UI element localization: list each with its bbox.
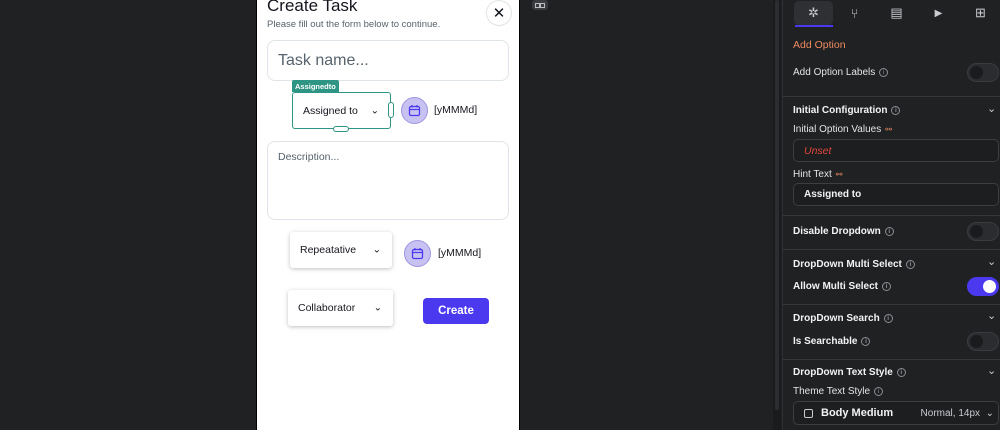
add-option-link[interactable]: Add Option [793, 39, 846, 51]
add-option-labels-toggle[interactable] [967, 63, 999, 82]
close-icon: ✕ [492, 5, 506, 22]
resize-handle-bottom[interactable] [333, 126, 349, 132]
info-icon: i [905, 259, 915, 269]
info-icon: i [882, 281, 892, 291]
description-input[interactable]: Description... [267, 141, 509, 220]
date-format-text-2: [yMMMd] [438, 247, 482, 259]
collaborator-label: Collaborator [298, 302, 356, 314]
multi-select-header: DropDown Multi Select i [793, 259, 915, 270]
hint-text-label: Hint Text ⚯ [793, 169, 843, 180]
divider [783, 215, 1000, 216]
repeat-dropdown[interactable]: Repeatative ⌄ [290, 232, 392, 268]
close-button[interactable]: ✕ [486, 0, 512, 26]
info-icon: i [861, 336, 871, 346]
tab-actions[interactable]: ⑂ [834, 1, 875, 25]
info-icon: i [879, 67, 889, 77]
tab-run[interactable]: ▶ [918, 1, 959, 25]
actions-flow-icon: ⑂ [850, 5, 859, 21]
info-icon: i [884, 226, 894, 236]
divider [783, 249, 1000, 250]
widget-tools-icon: ✲ [808, 5, 819, 20]
initial-configuration-header: Initial Configuration i [793, 105, 901, 116]
chevron-down-icon: ⌄ [370, 105, 379, 116]
chevron-down-icon: ⌄ [373, 302, 382, 314]
text-style-header: DropDown Text Style i [793, 367, 906, 378]
search-header: DropDown Search i [793, 313, 893, 324]
variable-icon: ⚯ [835, 169, 843, 179]
chevron-down-icon[interactable]: ⌄ [987, 255, 996, 268]
disable-dropdown-toggle[interactable] [967, 222, 999, 241]
divider [783, 96, 1000, 97]
theme-text-style-select[interactable]: Body Medium Normal, 14px ⌄ [793, 401, 999, 425]
selected-widget-badge: Assignedto [292, 80, 339, 92]
chevron-down-icon[interactable]: ⌄ [987, 102, 996, 115]
info-icon: i [883, 313, 893, 323]
backend-query-icon: ▤ [890, 5, 903, 20]
play-icon: ▶ [934, 7, 943, 19]
hint-text-value: Assigned to [804, 189, 862, 200]
phone-canvas: Create Task Please fill out the form bel… [256, 0, 520, 430]
chevron-down-icon[interactable]: ⌄ [987, 364, 996, 377]
style-name: Body Medium [821, 407, 894, 419]
divider [783, 359, 1000, 360]
assigned-to-label: Assigned to [303, 104, 358, 117]
task-name-placeholder: Task name... [278, 51, 369, 69]
allow-multi-select-toggle[interactable] [967, 277, 999, 296]
assigned-to-dropdown[interactable]: Assigned to ⌄ [292, 92, 391, 129]
properties-panel: ✲ ⑂ ▤ ▶ ⊞ Add Option Add Option Labels i … [782, 0, 1000, 430]
date-picker-button-2[interactable] [404, 240, 431, 267]
hint-text-field[interactable]: Assigned to [793, 183, 999, 206]
canvas-scrollbar-thumb[interactable] [775, 0, 779, 410]
info-icon: i [891, 105, 901, 115]
info-icon: i [874, 386, 884, 396]
tab-widget-properties[interactable]: ✲ [794, 1, 833, 25]
chevron-down-icon[interactable]: ⌄ [987, 309, 996, 322]
canvas-toggle-icon[interactable] [532, 0, 548, 10]
resize-handle-right[interactable] [388, 102, 394, 118]
style-detail: Normal, 14px [920, 407, 980, 419]
calendar-icon [408, 105, 421, 117]
description-placeholder: Description... [278, 151, 340, 163]
calendar-icon [411, 248, 424, 260]
initial-option-values-label: Initial Option Values ⚯ [793, 124, 892, 135]
unset-value: Unset [804, 144, 832, 157]
is-searchable-toggle[interactable] [967, 332, 999, 351]
tab-backend-query[interactable]: ▤ [876, 1, 917, 25]
active-tab-indicator [795, 25, 833, 27]
task-name-input[interactable]: Task name... [267, 40, 509, 81]
form-subtitle: Please fill out the form below to contin… [267, 19, 441, 30]
disable-dropdown-label: Disable Dropdown i [793, 226, 894, 237]
divider [783, 304, 1000, 305]
allow-multi-select-label: Allow Multi Select i [793, 281, 892, 292]
theme-text-style-label: Theme Text Style i [793, 386, 884, 397]
generate-icon: ⊞ [975, 5, 986, 20]
panel-tabs: ✲ ⑂ ▤ ▶ ⊞ [783, 0, 1000, 26]
create-button[interactable]: Create [423, 298, 489, 324]
collaborator-dropdown[interactable]: Collaborator ⌄ [288, 290, 393, 326]
add-option-labels-label: Add Option Labels i [793, 67, 889, 78]
date-format-text-1: [yMMMd] [434, 104, 478, 116]
tab-generate[interactable]: ⊞ [960, 1, 1000, 25]
initial-option-values-field[interactable]: Unset [793, 139, 999, 162]
repeat-label: Repeatative [300, 244, 357, 256]
chevron-down-icon: ⌄ [985, 407, 994, 419]
is-searchable-label: Is Searchable i [793, 336, 871, 347]
info-icon: i [896, 367, 906, 377]
date-picker-button-1[interactable] [401, 97, 428, 124]
chevron-down-icon: ⌄ [372, 244, 381, 256]
text-style-swatch-icon [804, 408, 813, 418]
form-title: Create Task [267, 0, 358, 15]
variable-icon: ⚯ [885, 124, 892, 134]
